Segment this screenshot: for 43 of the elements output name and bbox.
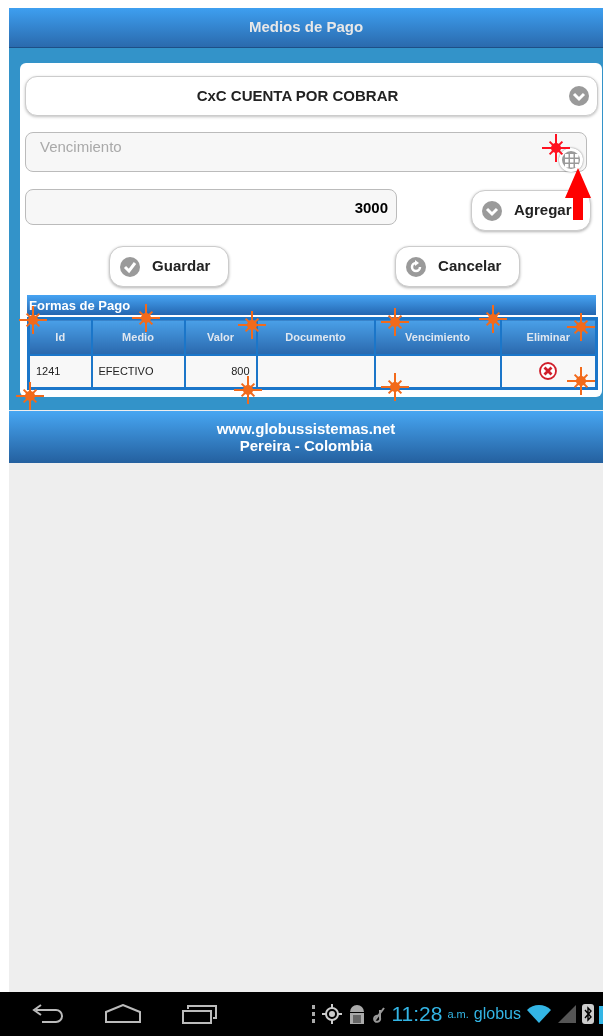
amount-field[interactable]: 3000 [25, 189, 397, 225]
carrier-name: globus [473, 1004, 521, 1024]
burst-icon [541, 133, 571, 163]
burst-icon [237, 310, 267, 340]
recent-apps-icon [182, 1003, 218, 1025]
overflow-menu-icon [311, 1004, 318, 1024]
table-cell: EFECTIVO [91, 354, 185, 389]
burst-icon [380, 372, 410, 402]
burst-icon [131, 303, 161, 333]
column-header: Valor [184, 318, 257, 355]
table-title: Formas de Pago [27, 295, 596, 315]
footer-text: www.globussistemas.net [216, 420, 396, 437]
burst-icon [478, 304, 508, 334]
due-date-field[interactable]: Vencimiento [25, 132, 587, 172]
refresh-icon [406, 256, 427, 277]
payment-method-select[interactable]: CxC CUENTA POR COBRAR [25, 76, 598, 116]
back-icon [30, 1004, 64, 1024]
chevron-down-icon [482, 200, 502, 221]
column-header: Vencimiento [374, 318, 501, 355]
battery-icon [599, 1004, 603, 1024]
save-button[interactable]: Guardar [109, 246, 230, 287]
column-header: Eliminar [500, 318, 597, 355]
column-header: Documento [256, 318, 375, 355]
column-header: Medio [91, 318, 185, 355]
footer-text: Pereira - Colombia [239, 437, 373, 454]
burst-icon [566, 366, 596, 396]
table-cell: 1241 [28, 354, 92, 389]
burst-icon [15, 381, 45, 411]
add-button[interactable]: Agregar [471, 190, 591, 231]
gps-icon [322, 1004, 343, 1024]
check-icon [120, 256, 141, 277]
delete-icon[interactable] [539, 362, 558, 381]
wifi-icon [526, 1004, 552, 1024]
burst-icon [233, 375, 263, 405]
cancel-button[interactable]: Cancelar [395, 246, 521, 287]
clock-period: a.m. [447, 1006, 469, 1022]
home-icon [104, 1004, 142, 1024]
clock-text: 11:28 [391, 1001, 443, 1028]
column-header: Id [28, 318, 92, 355]
signal-icon [557, 1004, 577, 1024]
bluetooth-icon [582, 1004, 594, 1024]
chevron-down-icon [569, 86, 589, 106]
page-title: Medios de Pago [248, 17, 364, 38]
